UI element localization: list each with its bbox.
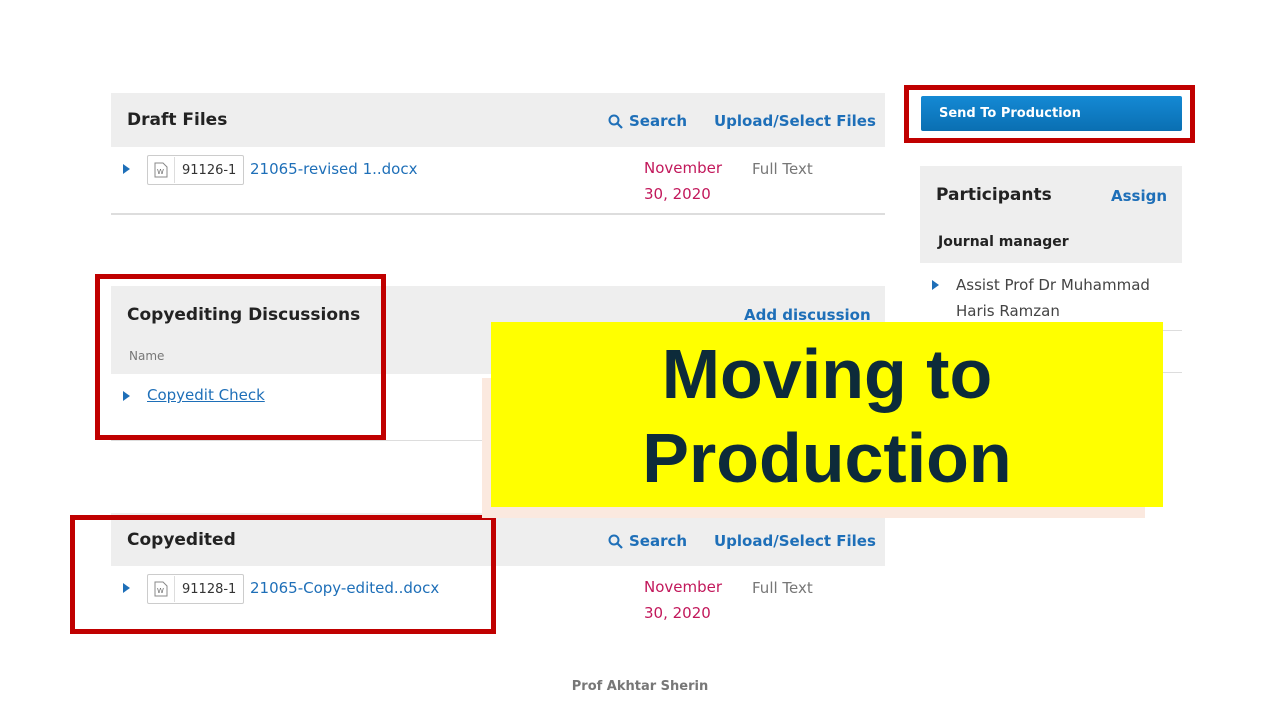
file-type: Full Text (752, 160, 813, 178)
draft-files-title: Draft Files (127, 110, 228, 130)
overlay-banner: Moving to Production (491, 322, 1163, 507)
participant-name-line2: Haris Ramzan (956, 302, 1060, 320)
divider (111, 213, 885, 215)
draft-files-body: W 91126-1 21065-revised 1..docx November… (111, 147, 885, 213)
copyedited-search-label: Search (629, 532, 688, 550)
participant-name: Assist Prof Dr Muhammad Haris Ramzan (956, 272, 1150, 324)
search-icon (608, 534, 623, 549)
file-date-line2: 30, 2020 (644, 604, 711, 622)
highlight-frame-discussions (95, 274, 386, 440)
expand-arrow-icon[interactable] (123, 164, 130, 174)
file-date: November 30, 2020 (644, 574, 722, 626)
draft-files-upload-button[interactable]: Upload/Select Files (714, 112, 876, 130)
footer-author: Prof Akhtar Sherin (571, 679, 709, 694)
copyedited-upload-button[interactable]: Upload/Select Files (714, 532, 876, 550)
file-id: 91126-1 (182, 162, 237, 178)
overlay-line1: Moving to (661, 335, 993, 413)
draft-files-search-button[interactable]: Search (608, 112, 687, 130)
assign-button[interactable]: Assign (1111, 187, 1167, 205)
draft-files-search-label: Search (629, 112, 688, 130)
overlay-line2: Production (642, 419, 1012, 497)
file-date-line1: November (644, 159, 723, 177)
word-document-icon: W (148, 157, 175, 183)
participant-name-line1: Assist Prof Dr Muhammad (956, 276, 1150, 294)
search-icon (608, 114, 623, 129)
send-to-production-button[interactable]: Send To Production (921, 96, 1182, 131)
draft-files-header: Draft Files Search Upload/Select Files (111, 93, 885, 147)
participants-header: Participants Assign Journal manager (920, 166, 1182, 263)
highlight-frame-copyedited (70, 515, 496, 634)
participants-title: Participants (936, 185, 1052, 205)
copyedited-search-button[interactable]: Search (608, 532, 687, 550)
file-name-link[interactable]: 21065-revised 1..docx (250, 160, 417, 178)
file-badge: W 91126-1 (147, 155, 245, 185)
svg-text:W: W (157, 168, 164, 176)
file-type: Full Text (752, 579, 813, 597)
send-to-production-label: Send To Production (939, 106, 1081, 121)
participants-group-label: Journal manager (938, 234, 1069, 250)
file-date: November 30, 2020 (644, 155, 722, 207)
file-date-line2: 30, 2020 (644, 185, 711, 203)
file-date-line1: November (644, 578, 723, 596)
expand-arrow-icon[interactable] (932, 280, 939, 290)
